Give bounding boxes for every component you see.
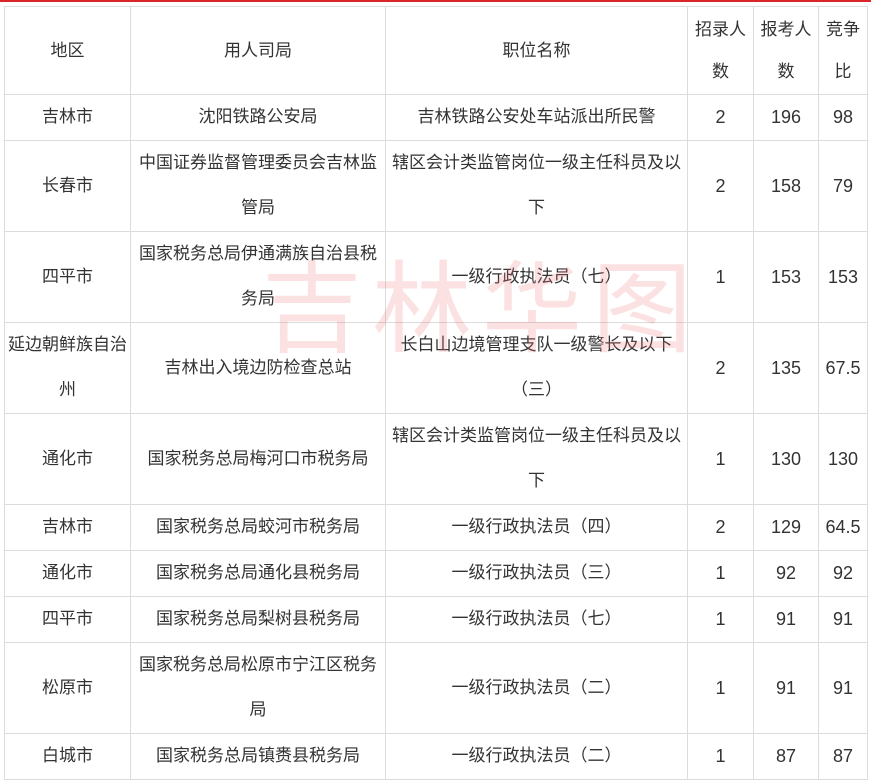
- cell-hires: 1: [687, 596, 754, 643]
- cell-employer: 国家税务总局梅河口市税务局: [130, 413, 386, 505]
- cell-applicants: 91: [753, 596, 819, 643]
- cell-employer: 沈阳铁路公安局: [130, 94, 386, 141]
- table-row: 通化市 国家税务总局梅河口市税务局 辖区会计类监管岗位一级主任科员及以下 1 1…: [4, 413, 868, 505]
- cell-region: 长春市: [4, 140, 131, 232]
- header-applicants: 报考人数: [753, 6, 819, 95]
- cell-hires: 2: [687, 322, 754, 414]
- cell-position: 长白山边境管理支队一级警长及以下（三）: [385, 322, 688, 414]
- table-header-row: 地区 用人司局 职位名称 招录人数 报考人数 竞争比: [4, 6, 868, 95]
- cell-hires: 2: [687, 140, 754, 232]
- cell-region: 白城市: [4, 733, 131, 780]
- cell-hires: 2: [687, 94, 754, 141]
- cell-employer: 国家税务总局蛟河市税务局: [130, 504, 386, 551]
- cell-hires: 1: [687, 413, 754, 505]
- cell-ratio: 64.5: [818, 504, 868, 551]
- cell-applicants: 196: [753, 94, 819, 141]
- cell-region: 四平市: [4, 596, 131, 643]
- table-row: 通化市 国家税务总局通化县税务局 一级行政执法员（三） 1 92 92: [4, 550, 868, 597]
- cell-position: 辖区会计类监管岗位一级主任科员及以下: [385, 413, 688, 505]
- table-row: 四平市 国家税务总局梨树县税务局 一级行政执法员（七） 1 91 91: [4, 596, 868, 643]
- cell-region: 通化市: [4, 413, 131, 505]
- table-row: 长春市 中国证券监督管理委员会吉林监管局 辖区会计类监管岗位一级主任科员及以下 …: [4, 140, 868, 232]
- cell-ratio: 67.5: [818, 322, 868, 414]
- top-accent-line: [0, 0, 871, 2]
- cell-ratio: 98: [818, 94, 868, 141]
- cell-employer: 国家税务总局伊通满族自治县税务局: [130, 231, 386, 323]
- header-position: 职位名称: [385, 6, 688, 95]
- cell-hires: 2: [687, 504, 754, 551]
- cell-position: 吉林铁路公安处车站派出所民警: [385, 94, 688, 141]
- cell-region: 通化市: [4, 550, 131, 597]
- cell-applicants: 158: [753, 140, 819, 232]
- cell-region: 延边朝鲜族自治州: [4, 322, 131, 414]
- cell-applicants: 91: [753, 642, 819, 734]
- cell-ratio: 91: [818, 642, 868, 734]
- table-row: 吉林市 国家税务总局蛟河市税务局 一级行政执法员（四） 2 129 64.5: [4, 504, 868, 551]
- table-row: 吉林市 沈阳铁路公安局 吉林铁路公安处车站派出所民警 2 196 98: [4, 94, 868, 141]
- cell-ratio: 91: [818, 596, 868, 643]
- cell-position: 辖区会计类监管岗位一级主任科员及以下: [385, 140, 688, 232]
- cell-employer: 中国证券监督管理委员会吉林监管局: [130, 140, 386, 232]
- table-row: 白城市 国家税务总局镇赉县税务局 一级行政执法员（二） 1 87 87: [4, 733, 868, 780]
- table-row: 延边朝鲜族自治州 吉林出入境边防检查总站 长白山边境管理支队一级警长及以下（三）…: [4, 322, 868, 414]
- cell-region: 吉林市: [4, 94, 131, 141]
- cell-employer: 国家税务总局梨树县税务局: [130, 596, 386, 643]
- cell-position: 一级行政执法员（七）: [385, 231, 688, 323]
- cell-position: 一级行政执法员（三）: [385, 550, 688, 597]
- cell-applicants: 87: [753, 733, 819, 780]
- cell-applicants: 92: [753, 550, 819, 597]
- cell-ratio: 87: [818, 733, 868, 780]
- cell-applicants: 153: [753, 231, 819, 323]
- table-row: 松原市 国家税务总局松原市宁江区税务局 一级行政执法员（二） 1 91 91: [4, 642, 868, 734]
- cell-ratio: 153: [818, 231, 868, 323]
- header-ratio: 竞争比: [818, 6, 868, 95]
- cell-ratio: 79: [818, 140, 868, 232]
- cell-region: 四平市: [4, 231, 131, 323]
- cell-applicants: 129: [753, 504, 819, 551]
- cell-hires: 1: [687, 733, 754, 780]
- cell-employer: 吉林出入境边防检查总站: [130, 322, 386, 414]
- cell-hires: 1: [687, 550, 754, 597]
- header-employer: 用人司局: [130, 6, 386, 95]
- cell-position: 一级行政执法员（七）: [385, 596, 688, 643]
- exam-competition-table: 地区 用人司局 职位名称 招录人数 报考人数 竞争比 吉林市 沈阳铁路公安局 吉…: [4, 6, 868, 780]
- table-row: 四平市 国家税务总局伊通满族自治县税务局 一级行政执法员（七） 1 153 15…: [4, 231, 868, 323]
- header-hires: 招录人数: [687, 6, 754, 95]
- cell-employer: 国家税务总局松原市宁江区税务局: [130, 642, 386, 734]
- cell-employer: 国家税务总局通化县税务局: [130, 550, 386, 597]
- cell-position: 一级行政执法员（二）: [385, 642, 688, 734]
- cell-ratio: 92: [818, 550, 868, 597]
- cell-hires: 1: [687, 642, 754, 734]
- cell-applicants: 135: [753, 322, 819, 414]
- header-region: 地区: [4, 6, 131, 95]
- cell-position: 一级行政执法员（四）: [385, 504, 688, 551]
- cell-employer: 国家税务总局镇赉县税务局: [130, 733, 386, 780]
- cell-applicants: 130: [753, 413, 819, 505]
- cell-region: 松原市: [4, 642, 131, 734]
- cell-hires: 1: [687, 231, 754, 323]
- cell-position: 一级行政执法员（二）: [385, 733, 688, 780]
- cell-ratio: 130: [818, 413, 868, 505]
- cell-region: 吉林市: [4, 504, 131, 551]
